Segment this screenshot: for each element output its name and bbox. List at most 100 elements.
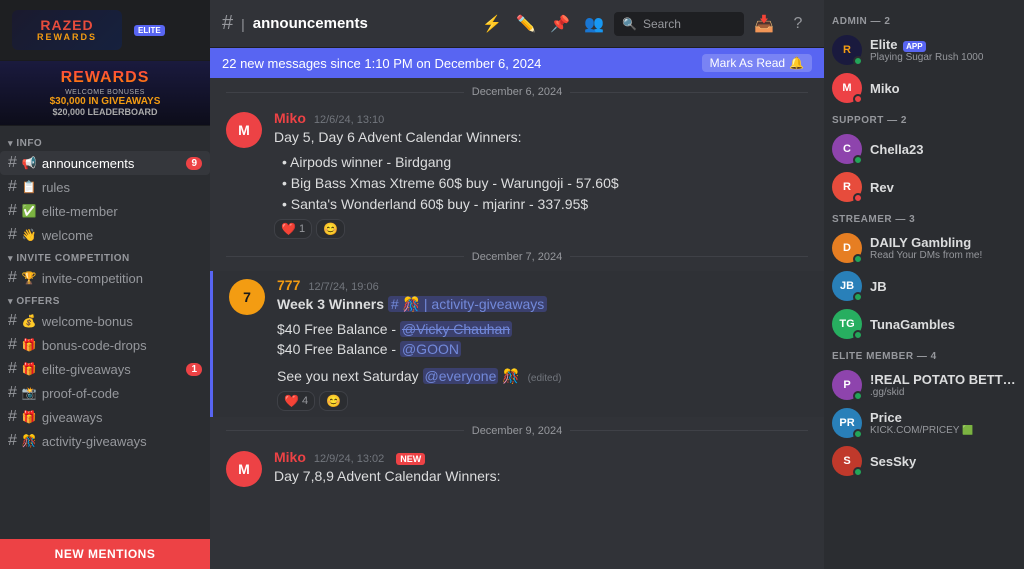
channel-activity-giveaways[interactable]: # 🎊 activity-giveaways [0,429,210,453]
members-icon[interactable]: 👥 [580,10,608,38]
section-info[interactable]: ▾ INFO [0,132,210,151]
bullet-list-miko1: Airpods winner - Birdgang Big Bass Xmas … [274,152,808,215]
kick-badge: 🟩 [962,425,973,435]
member-info-jb: JB [870,279,1016,294]
search-box[interactable]: 🔍 [614,12,744,36]
status-dot-potato [853,391,863,401]
bullet-item: Airpods winner - Birdgang [282,152,808,173]
reaction-heart[interactable]: ❤️ 1 [274,219,312,239]
username-777: 777 [277,277,300,293]
member-name-elite: Elite APP [870,37,1016,52]
member-price[interactable]: PR Price KICK.COM/PRICEY 🟩 [824,404,1024,442]
right-sidebar: ADMIN — 2 R Elite APP Playing Sugar Rush… [824,0,1024,569]
member-info-elite: Elite APP Playing Sugar Rush 1000 [870,37,1016,63]
help-icon[interactable]: ? [784,10,812,38]
avatar-sesky: S [832,446,862,476]
reaction-heart-777[interactable]: ❤️ 4 [277,391,315,411]
date-divider-dec9: December 9, 2024 [226,425,808,437]
channel-welcome-bonus[interactable]: # 💰 welcome-bonus [0,309,210,333]
threads-icon[interactable]: ⚡ [478,10,506,38]
user-mention-goon[interactable]: @GOON [400,341,461,357]
pin-icon[interactable]: 📌 [546,10,574,38]
username-miko1: Miko [274,110,306,126]
new-mentions-button[interactable]: NEW MENTIONS [0,539,210,569]
member-elite[interactable]: R Elite APP Playing Sugar Rush 1000 [824,31,1024,69]
timestamp-miko1: 12/6/24, 13:10 [314,114,384,126]
channel-announcements[interactable]: # 📢 announcements 9 [0,151,210,175]
member-sesky[interactable]: S SesSky [824,442,1024,480]
channel-elite-member[interactable]: # ✅ elite-member [0,199,210,223]
member-tuna[interactable]: TG TunaGambles [824,305,1024,343]
user-mention-everyone[interactable]: @everyone [423,368,499,384]
balance-line2: $40 Free Balance - @GOON [277,340,808,360]
member-chella[interactable]: C Chella23 [824,130,1024,168]
member-status-potato: .gg/skid [870,387,1016,398]
channel-bonus-code-drops[interactable]: # 🎁 bonus-code-drops [0,333,210,357]
reaction-smile[interactable]: 😊 [316,219,345,239]
message-header: Miko 12/6/24, 13:10 [274,110,808,126]
new-messages-text: 22 new messages since 1:10 PM on Decembe… [222,56,541,71]
section-offers[interactable]: ▾ OFFERS [0,290,210,309]
reaction-smile-777[interactable]: 😊 [319,391,348,411]
channel-mention-activity[interactable]: # 🎊 | activity-giveaways [388,296,547,312]
channel-hash-icon: # [222,12,233,35]
member-daily[interactable]: D DAILY Gambling Read Your DMs from me! [824,229,1024,267]
mark-as-read-button[interactable]: Mark As Read 🔔 [702,54,812,72]
avatar-777: 7 [229,279,265,315]
server-header[interactable]: RAZED REWARDS ELITE [0,0,210,61]
status-dot-jb [853,292,863,302]
message-group-miko2: M Miko 12/9/24, 13:02 NEW Day 7,8,9 Adve… [210,445,824,491]
search-input[interactable] [643,17,723,31]
channel-title: announcements [253,15,368,32]
status-dot-elite [853,56,863,66]
channel-welcome[interactable]: # 👋 welcome [0,223,210,247]
channel-proof-of-code[interactable]: # 📸 proof-of-code [0,381,210,405]
member-status-daily: Read Your DMs from me! [870,250,1016,261]
member-rev[interactable]: R Rev [824,168,1024,206]
new-badge: NEW [396,453,425,465]
member-jb[interactable]: JB JB [824,267,1024,305]
balance-line1: $40 Free Balance - @Vicky Chauhan [277,320,808,340]
channel-giveaways[interactable]: # 🎁 giveaways [0,405,210,429]
member-name-rev: Rev [870,180,1016,195]
member-potato[interactable]: P !REAL POTATO BETTER .gg/skid [824,366,1024,404]
logo-razed: RAZED [40,18,93,32]
status-dot-sesky [853,467,863,477]
avatar-miko1: M [226,112,262,148]
timestamp-777: 12/7/24, 19:06 [308,281,378,293]
channel-label: announcements [42,156,135,171]
search-icon: 🔍 [622,17,637,31]
channel-list: ▾ INFO # 📢 announcements 9 # 📋 rules # ✅… [0,126,210,539]
member-name-potato: !REAL POTATO BETTER [870,372,1016,387]
member-miko[interactable]: M Miko [824,69,1024,107]
message-text-777: Week 3 Winners # 🎊 | activity-giveaways [277,295,808,315]
server-logo: RAZED REWARDS [12,10,122,50]
notif-badge-announcements: 9 [186,157,202,170]
bullet-item: Big Bass Xmas Xtreme 60$ buy - Warungoji… [282,173,808,194]
message-text-miko1: Day 5, Day 6 Advent Calendar Winners: [274,128,808,148]
channel-invite-competition[interactable]: # 🏆 invite-competition [0,266,210,290]
user-mention-vicky[interactable]: @Vicky Chauhan [400,321,512,337]
member-name-price: Price [870,410,1016,425]
message-content-777: 777 12/7/24, 19:06 Week 3 Winners # 🎊 | … [277,277,808,411]
edit-icon[interactable]: ✏️ [512,10,540,38]
channel-label: activity-giveaways [42,434,147,449]
avatar-miko-right: M [832,73,862,103]
channel-elite-giveaways[interactable]: # 🎁 elite-giveaways 1 [0,357,210,381]
member-status-elite: Playing Sugar Rush 1000 [870,52,1016,63]
new-messages-bar: 22 new messages since 1:10 PM on Decembe… [210,48,824,78]
channel-rules[interactable]: # 📋 rules [0,175,210,199]
section-invite[interactable]: ▾ INVITE COMPETITION [0,247,210,266]
avatar-tuna: TG [832,309,862,339]
member-info-sesky: SesSky [870,454,1016,469]
message-header-miko2: Miko 12/9/24, 13:02 NEW [274,449,808,465]
avatar-price: PR [832,408,862,438]
member-name-jb: JB [870,279,1016,294]
reactions-miko1: ❤️ 1 😊 [274,219,808,239]
member-info-chella: Chella23 [870,142,1016,157]
inbox-icon[interactable]: 📥 [750,10,778,38]
logo-rewards: REWARDS [37,32,97,42]
section-support: SUPPORT — 2 [824,107,1024,130]
channel-label: elite-giveaways [42,362,131,377]
avatar-potato: P [832,370,862,400]
